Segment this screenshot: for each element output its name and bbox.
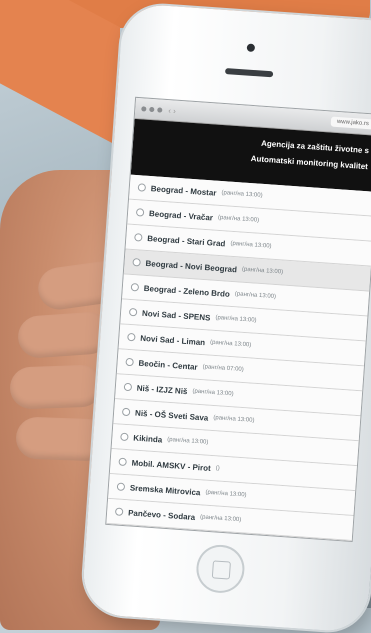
phone-screen: ‹ › www.jako.rs Agencija za zaštitu živo… [105,96,371,543]
station-meta: (ранг/на 13:00) [217,214,260,224]
radio-icon[interactable] [121,407,131,417]
camera-icon [246,43,256,53]
station-meta: (ранг/на 13:00) [205,489,247,499]
station-name: Beograd - Vračar [148,208,214,223]
radio-icon[interactable] [114,507,124,516]
window-dot-icon [149,106,155,112]
radio-icon[interactable] [134,233,143,242]
station-meta: (ранг/на 13:00) [234,291,277,301]
station-name: Kikinda [133,433,163,445]
station-name: Niš - OŠ Sveti Sava [134,408,209,423]
radio-icon[interactable] [135,208,145,217]
station-name: Novi Sad - SPENS [141,308,211,323]
home-square-icon [211,560,231,580]
station-name: Beograd - Mostar [150,183,217,198]
radio-icon[interactable] [120,432,129,442]
window-controls [141,105,163,113]
station-meta: () [215,465,220,472]
speaker-grille [224,68,274,78]
station-meta: (ранг/на 13:00) [221,190,263,199]
radio-icon[interactable] [125,357,134,367]
radio-icon[interactable] [118,457,127,467]
station-meta: (ранг/на 13:00) [167,436,209,446]
station-meta: (ранг/на 13:00) [209,339,252,349]
radio-icon[interactable] [137,183,147,192]
orange-corner-shape [0,0,120,148]
address-bar[interactable]: www.jako.rs [330,116,371,130]
window-dot-icon [157,106,163,113]
phone-device: ‹ › www.jako.rs Agencija za zaštitu živo… [81,2,371,633]
station-meta: (ранг/на 13:00) [230,240,272,250]
station-name: Beograd - Novi Beograd [145,258,238,274]
station-name: Sremska Mitrovica [129,482,201,497]
station-name: Pančevo - Sodara [127,507,196,522]
window-dot-icon [141,105,147,112]
finger-2 [16,310,112,360]
station-meta: (ранг/на 13:00) [213,415,255,424]
radio-icon[interactable] [127,332,136,342]
station-meta: (ранг/на 13:00) [241,266,284,276]
station-name: Beograd - Zeleno Brdo [143,283,231,299]
station-name: Beograd - Stari Grad [147,233,226,248]
radio-icon[interactable] [116,482,126,492]
radio-icon[interactable] [128,307,138,317]
station-name: Mobil. AMSKV - Pirot [131,457,212,473]
browser-nav-arrows[interactable]: ‹ › [168,106,176,116]
station-list: Beograd - Mostar (ранг/на 13:00) Beograd … [106,174,371,541]
station-name: Novi Sad - Liman [140,333,206,347]
radio-icon[interactable] [132,258,141,267]
finger-3 [9,364,103,410]
home-button[interactable] [194,543,247,595]
radio-icon[interactable] [123,382,133,392]
station-meta: (ранг/на 13:00) [215,314,257,324]
station-name: Niš - IZJZ Niš [136,383,188,396]
station-meta: (ранг/на 13:00) [192,388,234,398]
station-meta: (ранг/на 13:00) [199,514,242,524]
station-meta: (ранг/на 07:00) [202,364,244,374]
station-name: Beočin - Centar [138,358,198,372]
radio-icon[interactable] [130,282,140,292]
